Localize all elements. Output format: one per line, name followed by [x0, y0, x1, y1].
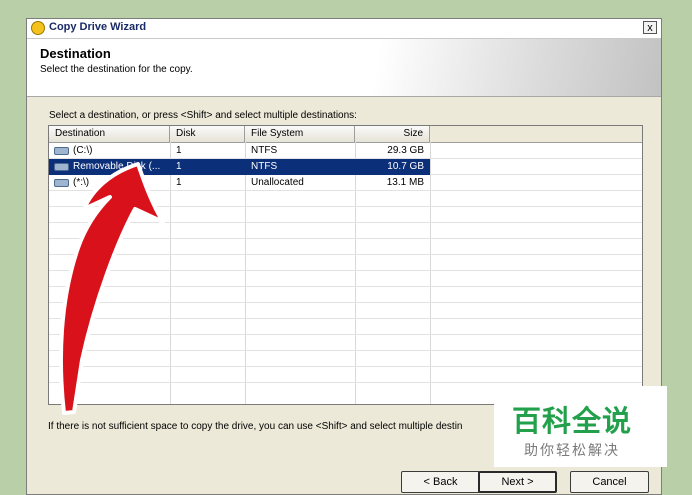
- watermark-subtitle: 助你轻松解决: [524, 443, 620, 459]
- arrow-shape: [58, 162, 165, 415]
- watermark-title: 百科全说: [512, 404, 633, 438]
- watermark: 百科全说 助你轻松解决: [494, 386, 667, 467]
